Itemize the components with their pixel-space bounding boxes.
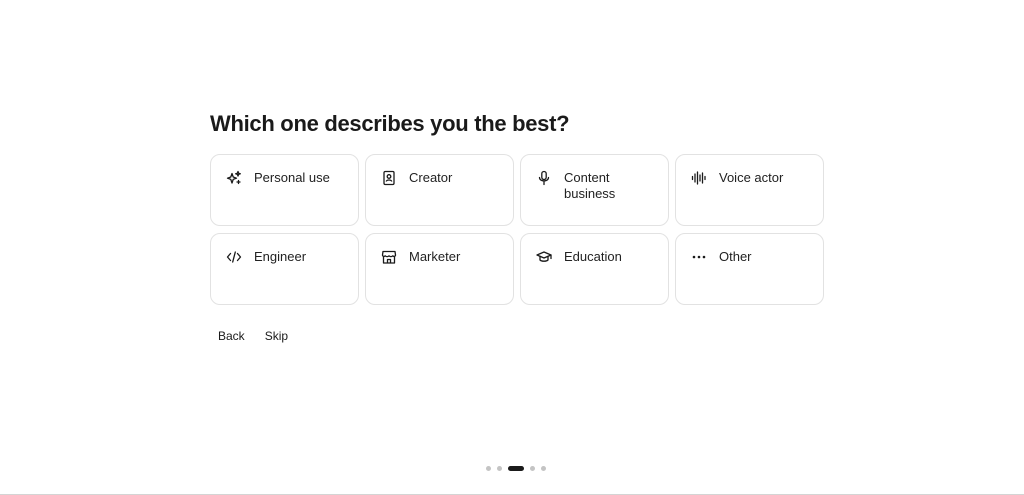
- option-engineer[interactable]: Engineer: [210, 233, 359, 305]
- option-marketer[interactable]: Marketer: [365, 233, 514, 305]
- option-label: Creator: [409, 170, 453, 185]
- option-content-business[interactable]: Content business: [520, 154, 669, 226]
- option-label: Marketer: [409, 249, 461, 264]
- microphone-icon: [535, 169, 553, 187]
- option-creator[interactable]: Creator: [365, 154, 514, 226]
- option-other[interactable]: Other: [675, 233, 824, 305]
- back-button[interactable]: Back: [210, 325, 253, 347]
- progress-dot: [530, 466, 535, 471]
- navigation-actions: Back Skip: [210, 325, 824, 347]
- progress-dots: [486, 466, 546, 471]
- graduation-cap-icon: [535, 248, 553, 266]
- progress-dot-active: [508, 466, 524, 471]
- onboarding-page: Which one describes you the best? Person…: [0, 0, 1024, 495]
- option-label: Engineer: [254, 249, 307, 264]
- code-icon: [225, 248, 243, 266]
- option-label: Other: [719, 249, 752, 264]
- option-personal-use[interactable]: Personal use: [210, 154, 359, 226]
- option-label: Education: [564, 249, 622, 264]
- storefront-icon: [380, 248, 398, 266]
- ellipsis-icon: [690, 248, 708, 266]
- option-label: Voice actor: [719, 170, 784, 185]
- page-title: Which one describes you the best?: [210, 111, 570, 136]
- option-education[interactable]: Education: [520, 233, 669, 305]
- portrait-book-icon: [380, 169, 398, 187]
- option-label: Content business: [564, 170, 616, 201]
- sparkles-icon: [225, 169, 243, 187]
- question-section: Which one describes you the best? Person…: [210, 110, 824, 347]
- skip-button[interactable]: Skip: [257, 325, 296, 347]
- waveform-icon: [690, 169, 708, 187]
- option-label: Personal use: [254, 170, 330, 185]
- progress-dot: [497, 466, 502, 471]
- options-grid: Personal use Creator Content business Vo…: [210, 154, 824, 305]
- progress-dot: [486, 466, 491, 471]
- option-voice-actor[interactable]: Voice actor: [675, 154, 824, 226]
- progress-dot: [541, 466, 546, 471]
